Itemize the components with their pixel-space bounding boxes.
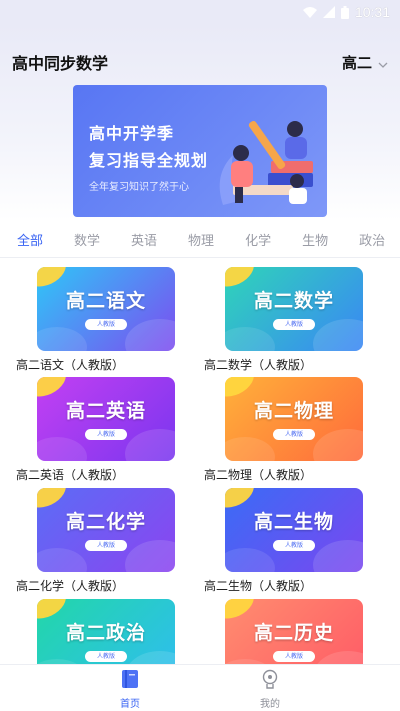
course-card[interactable]: 高二物理 人教版 高二物理（人教版） xyxy=(204,377,364,483)
course-card[interactable]: 高二化学 人教版 高二化学（人教版） xyxy=(16,488,176,594)
edition-badge: 人教版 xyxy=(85,651,127,662)
tab-english[interactable]: 英语 xyxy=(131,230,157,249)
course-thumb-title: 高二历史 xyxy=(253,622,334,644)
students-illustration-icon xyxy=(219,120,313,205)
tab-all[interactable]: 全部 xyxy=(17,230,44,256)
nav-home[interactable]: 首页 xyxy=(100,669,160,710)
course-thumbnail: 高二英语 人教版 xyxy=(37,377,175,461)
wifi-icon xyxy=(302,6,317,18)
course-label: 高二英语（人教版） xyxy=(16,468,125,482)
course-label: 高二语文（人教版） xyxy=(16,358,125,372)
edition-badge: 人教版 xyxy=(273,540,315,551)
edition-badge: 人教版 xyxy=(273,319,315,330)
signal-icon xyxy=(322,6,335,18)
tab-politics[interactable]: 政治 xyxy=(359,230,385,249)
course-thumb-title: 高二语文 xyxy=(65,290,146,312)
course-thumbnail: 高二语文 人教版 xyxy=(37,267,175,351)
edition-badge: 人教版 xyxy=(85,429,127,440)
course-thumb-title: 高二物理 xyxy=(253,400,334,422)
course-thumb-title: 高二生物 xyxy=(253,511,334,533)
bottom-navigation: 首页 我的 xyxy=(0,664,400,711)
edition-badge: 人教版 xyxy=(273,429,315,440)
grade-label: 高二 xyxy=(341,54,372,72)
tab-biology[interactable]: 生物 xyxy=(302,230,328,249)
book-icon xyxy=(121,669,139,693)
chevron-down-icon xyxy=(378,53,388,72)
tab-math[interactable]: 数学 xyxy=(74,230,100,249)
promo-banner[interactable]: 高中开学季 复习指导全规划 全年复习知识了然于心 xyxy=(73,85,327,217)
nav-mine-label: 我的 xyxy=(260,699,280,710)
course-thumbnail: 高二化学 人教版 xyxy=(37,488,175,572)
course-thumb-title: 高二英语 xyxy=(65,400,146,422)
nav-home-label: 首页 xyxy=(120,699,140,710)
course-thumb-title: 高二数学 xyxy=(253,290,334,312)
status-time: 10:31 xyxy=(354,4,390,20)
tabs-divider xyxy=(0,257,400,258)
edition-badge: 人教版 xyxy=(85,319,127,330)
user-icon xyxy=(261,669,279,693)
course-label: 高二数学（人教版） xyxy=(204,358,313,372)
course-card[interactable]: 高二语文 人教版 高二语文（人教版） xyxy=(16,267,176,373)
course-thumb-title: 高二化学 xyxy=(65,511,146,533)
banner-subtitle: 全年复习知识了然于心 xyxy=(89,182,189,193)
banner-title-line1: 高中开学季 xyxy=(89,124,175,143)
banner-title-line2: 复习指导全规划 xyxy=(89,151,209,170)
course-label: 高二物理（人教版） xyxy=(204,468,313,482)
app-title: 高中同步数学 xyxy=(12,54,109,73)
course-label: 高二化学（人教版） xyxy=(16,579,125,593)
course-thumb-title: 高二政治 xyxy=(65,622,146,644)
edition-badge: 人教版 xyxy=(85,540,127,551)
edition-badge: 人教版 xyxy=(273,651,315,662)
subject-tabs: 全部 数学 英语 物理 化学 生物 政治 xyxy=(0,222,400,256)
course-label: 高二生物（人教版） xyxy=(204,579,313,593)
course-thumbnail: 高二数学 人教版 xyxy=(225,267,363,351)
tab-chemistry[interactable]: 化学 xyxy=(245,230,271,249)
battery-icon xyxy=(340,5,349,19)
tab-physics[interactable]: 物理 xyxy=(188,230,214,249)
nav-mine[interactable]: 我的 xyxy=(240,669,300,710)
course-thumbnail: 高二物理 人教版 xyxy=(225,377,363,461)
course-card[interactable]: 高二英语 人教版 高二英语（人教版） xyxy=(16,377,176,483)
course-card[interactable]: 高二数学 人教版 高二数学（人教版） xyxy=(204,267,364,373)
course-card[interactable]: 高二生物 人教版 高二生物（人教版） xyxy=(204,488,364,594)
grade-selector[interactable]: 高二 xyxy=(342,52,388,73)
status-bar: 10:31 xyxy=(0,0,400,24)
course-thumbnail: 高二生物 人教版 xyxy=(225,488,363,572)
